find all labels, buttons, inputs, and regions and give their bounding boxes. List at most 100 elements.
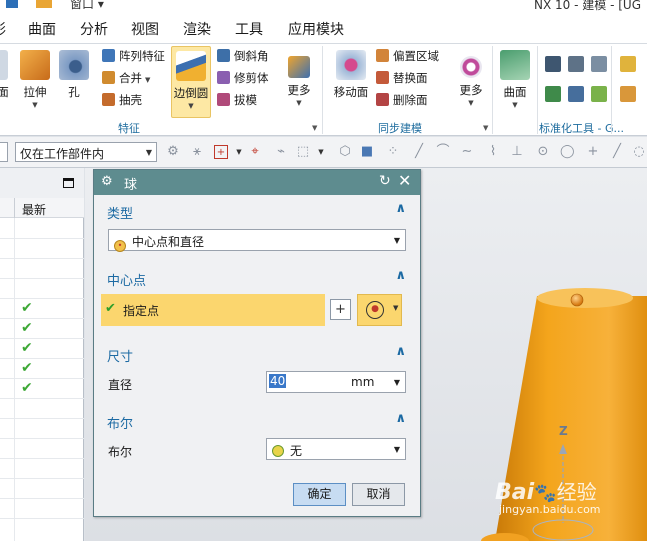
maximize-icon[interactable] xyxy=(63,178,74,188)
intersection-icon[interactable]: ⊥ xyxy=(510,145,524,159)
std-tool-3-icon[interactable] xyxy=(591,56,607,72)
feature-group-expand-icon[interactable]: ▼ xyxy=(312,124,317,132)
shell-button[interactable]: 抽壳 xyxy=(102,92,142,110)
specify-point-row[interactable]: ✔ 指定点 xyxy=(101,294,325,326)
tangent-icon[interactable]: ╱ xyxy=(610,145,624,159)
sync-more-dropdown-icon[interactable]: ▼ xyxy=(455,98,487,108)
lasso-icon[interactable]: ⌁ xyxy=(274,145,288,159)
sphere-part[interactable] xyxy=(570,293,584,307)
reset-icon[interactable]: ↻ xyxy=(379,173,391,189)
offset-region-button[interactable]: 偏置区域 xyxy=(376,48,439,66)
rect-select-dropdown-icon[interactable]: ▼ xyxy=(314,145,328,159)
circle-icon[interactable]: ◯ xyxy=(560,145,575,159)
pattern-feature-button[interactable]: 阵列特征 xyxy=(102,48,165,66)
gear-icon[interactable]: ⚙ xyxy=(101,174,113,189)
feature-more-dropdown-icon[interactable]: ▼ xyxy=(282,98,316,108)
point-cloud-icon[interactable]: ⁘ xyxy=(386,145,400,159)
delete-face-button[interactable]: 删除面 xyxy=(376,92,428,110)
navigator-column-header[interactable]: 最新 xyxy=(0,198,84,218)
select-body-icon[interactable]: ⚹ xyxy=(190,145,204,159)
sync-more-label: 更多 xyxy=(459,83,483,97)
collapse-icon[interactable]: ∧ xyxy=(395,411,406,426)
diameter-input[interactable]: 40 mm ▼ xyxy=(266,371,406,393)
hole-icon xyxy=(59,50,89,80)
watermark-brand: Bai xyxy=(495,480,535,505)
hole-button[interactable]: 孔 xyxy=(57,46,91,118)
move-face-button[interactable]: 移动面 xyxy=(330,46,372,118)
draft-button[interactable]: 拔模 xyxy=(217,92,257,110)
sync-group-expand-icon[interactable]: ▼ xyxy=(483,124,488,132)
close-icon[interactable]: ✕ xyxy=(398,171,411,190)
extrude-dropdown-icon[interactable]: ▼ xyxy=(17,100,53,110)
menu-surface[interactable]: 曲面 xyxy=(28,19,56,39)
boolean-section-header[interactable]: 布尔 ∧ xyxy=(101,409,414,433)
sync-more-button[interactable]: 更多 ▼ xyxy=(455,46,487,118)
edge-blend-dropdown-icon[interactable]: ▼ xyxy=(172,101,210,111)
snap-dropdown-icon[interactable]: ▼ xyxy=(232,145,246,159)
arc-icon[interactable]: ⌒ xyxy=(436,145,450,159)
std-tool-7-icon[interactable] xyxy=(620,56,636,72)
center-section-title: 中心点 xyxy=(107,274,147,289)
circle-center-icon[interactable]: ⊙ xyxy=(536,145,550,159)
menu-applications[interactable]: 应用模块 xyxy=(288,19,344,39)
std-tool-6-icon[interactable] xyxy=(591,86,607,102)
quick-pick-icon[interactable]: ⌖ xyxy=(248,145,262,159)
menu-tools[interactable]: 工具 xyxy=(235,19,263,39)
delete-face-icon xyxy=(376,93,389,106)
edge-blend-button[interactable]: 边倒圆 ▼ xyxy=(171,46,211,118)
select-solid-icon[interactable]: ■ xyxy=(360,145,374,159)
snap-point-icon[interactable]: + xyxy=(214,145,228,159)
std-tool-8-icon[interactable] xyxy=(620,86,636,102)
std-tool-4-icon[interactable] xyxy=(545,86,561,102)
ribbon-cut-label: 面 xyxy=(0,85,9,99)
replace-face-button[interactable]: 替换面 xyxy=(376,70,428,88)
surface-button[interactable]: 曲面 ▼ xyxy=(498,46,532,118)
spline-icon[interactable]: ⌇ xyxy=(486,145,500,159)
std-tool-1-icon[interactable] xyxy=(545,56,561,72)
std-tool-5-icon[interactable] xyxy=(568,86,584,102)
selection-scope-dropdown[interactable]: 仅在工作部件内 ▼ xyxy=(15,142,157,162)
point-dialog-button[interactable]: + xyxy=(330,299,351,320)
menu-analysis[interactable]: 分析 xyxy=(80,19,108,39)
std-tool-2-icon[interactable] xyxy=(568,56,584,72)
undo-icon[interactable] xyxy=(36,0,52,8)
boolean-dropdown[interactable]: 无 ▼ xyxy=(266,438,406,460)
circle-edge-icon[interactable]: ◌ xyxy=(632,145,646,159)
point-type-button[interactable]: ● ▼ xyxy=(357,294,402,326)
point-type-dropdown-icon[interactable]: ▼ xyxy=(393,304,398,312)
collapse-icon[interactable]: ∧ xyxy=(395,344,406,359)
chamfer-button[interactable]: 倒斜角 xyxy=(217,48,269,66)
type-dropdown[interactable]: • 中心点和直径 ▼ xyxy=(108,229,406,252)
unite-button[interactable]: 合并 ▼ xyxy=(102,70,150,88)
window-menu[interactable]: 窗口 ▾ xyxy=(70,0,104,12)
dimensions-section-header[interactable]: 尺寸 ∧ xyxy=(101,342,414,366)
dimensions-section-body: 直径 40 mm ▼ xyxy=(101,366,414,403)
ok-button[interactable]: 确定 xyxy=(293,483,346,506)
replace-face-icon xyxy=(376,71,389,84)
cancel-button[interactable]: 取消 xyxy=(352,483,405,506)
menu-view[interactable]: 视图 xyxy=(131,19,159,39)
unite-dropdown-icon[interactable]: ▼ xyxy=(145,76,150,84)
surface-dropdown-icon[interactable]: ▼ xyxy=(498,100,532,110)
trim-body-button[interactable]: 修剪体 xyxy=(217,70,269,88)
checkmark-icon: ✔ xyxy=(21,340,33,356)
collapse-icon[interactable]: ∧ xyxy=(395,201,406,216)
select-feature-icon[interactable]: ⚙ xyxy=(166,145,180,159)
line-icon[interactable]: ╱ xyxy=(412,145,426,159)
extrude-button[interactable]: 拉伸 ▼ xyxy=(17,46,53,118)
type-section-header[interactable]: 类型 ∧ xyxy=(101,199,414,223)
collapse-icon[interactable]: ∧ xyxy=(395,268,406,283)
curve-icon[interactable]: ∼ xyxy=(460,145,474,159)
rect-select-icon[interactable]: ⬚ xyxy=(296,145,310,159)
cone-top-face[interactable] xyxy=(537,288,633,308)
select-shape-icon[interactable]: ⬡ xyxy=(338,145,352,159)
menu-render[interactable]: 渲染 xyxy=(183,19,211,39)
row-divider xyxy=(0,378,84,379)
dialog-title-bar[interactable]: ⚙ 球 ↻ ✕ xyxy=(94,170,420,195)
ribbon-cut-button[interactable]: 面 xyxy=(0,46,12,118)
type-filter-dropdown[interactable] xyxy=(0,142,8,162)
menu-shape[interactable]: 形 xyxy=(0,19,6,39)
cross-point-icon[interactable]: + xyxy=(586,145,600,159)
center-section-header[interactable]: 中心点 ∧ xyxy=(101,266,414,290)
feature-more-button[interactable]: 更多 ▼ xyxy=(282,46,316,118)
